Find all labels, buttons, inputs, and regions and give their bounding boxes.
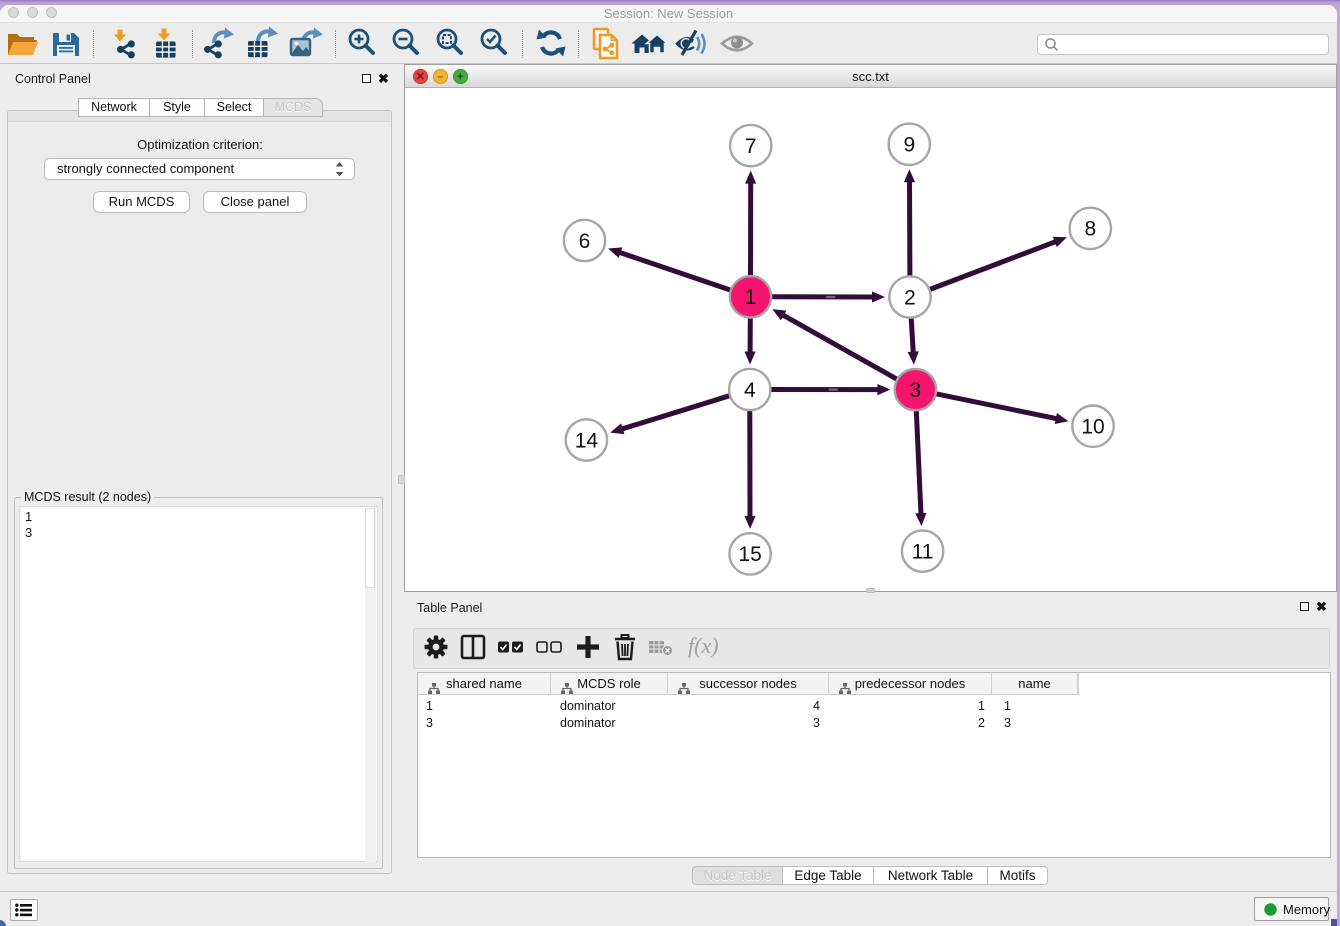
svg-text:8: 8: [1084, 218, 1096, 241]
svg-text:3: 3: [910, 379, 922, 402]
svg-text:1: 1: [745, 286, 757, 309]
svg-text:2: 2: [904, 286, 916, 309]
svg-text:6: 6: [579, 230, 591, 253]
svg-text:15: 15: [738, 543, 761, 566]
svg-text:7: 7: [745, 135, 757, 158]
svg-text:9: 9: [903, 134, 915, 157]
svg-text:11: 11: [912, 540, 934, 563]
svg-text:4: 4: [744, 379, 756, 402]
svg-text:14: 14: [575, 429, 599, 452]
svg-text:10: 10: [1081, 416, 1104, 439]
